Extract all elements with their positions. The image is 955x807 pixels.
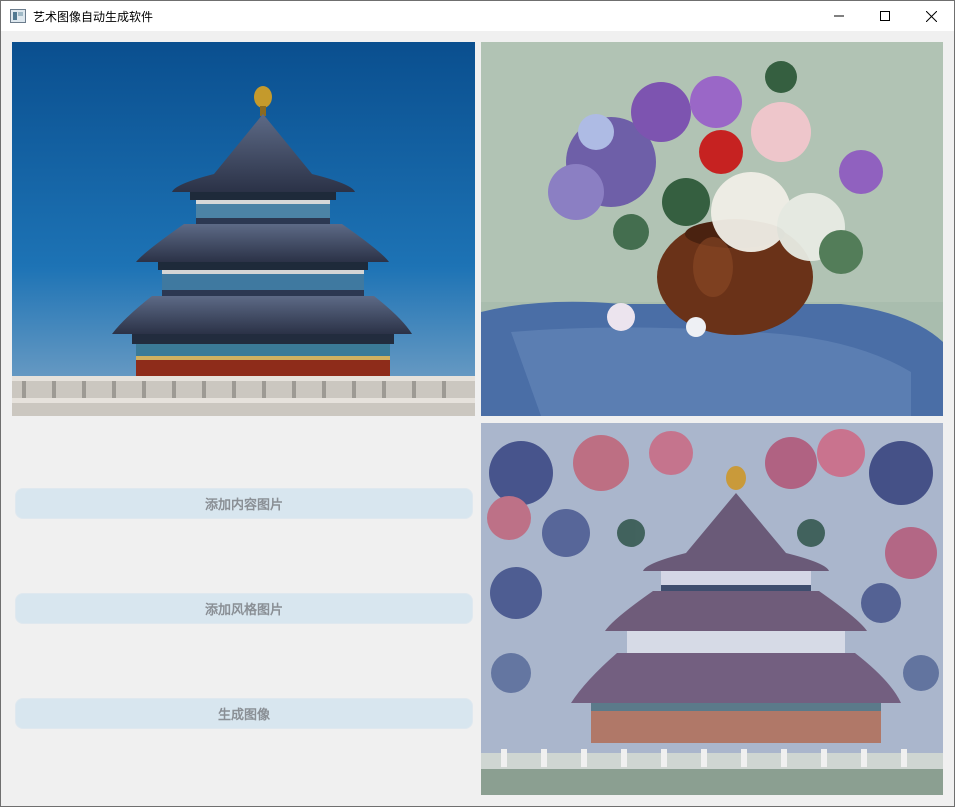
title-bar[interactable]: 艺术图像自动生成软件 [1, 1, 954, 31]
maximize-button[interactable] [862, 1, 908, 31]
style-image [481, 42, 943, 416]
close-button[interactable] [908, 1, 954, 31]
window-title: 艺术图像自动生成软件 [33, 9, 154, 24]
result-image [481, 423, 943, 795]
generate-image-button[interactable]: 生成图像 [15, 698, 473, 729]
add-style-image-button[interactable]: 添加风格图片 [15, 593, 473, 624]
app-icon [10, 9, 26, 23]
minimize-icon [834, 15, 844, 17]
app-window: 艺术图像自动生成软件 添加内容图片 添加风格图片 生成图像 [0, 0, 955, 807]
add-content-image-button[interactable]: 添加内容图片 [15, 488, 473, 519]
content-image [12, 42, 475, 416]
main-content: 添加内容图片 添加风格图片 生成图像 [1, 31, 954, 806]
maximize-icon [880, 11, 890, 21]
minimize-button[interactable] [816, 1, 862, 31]
window-controls [816, 1, 954, 31]
close-icon [925, 10, 937, 22]
